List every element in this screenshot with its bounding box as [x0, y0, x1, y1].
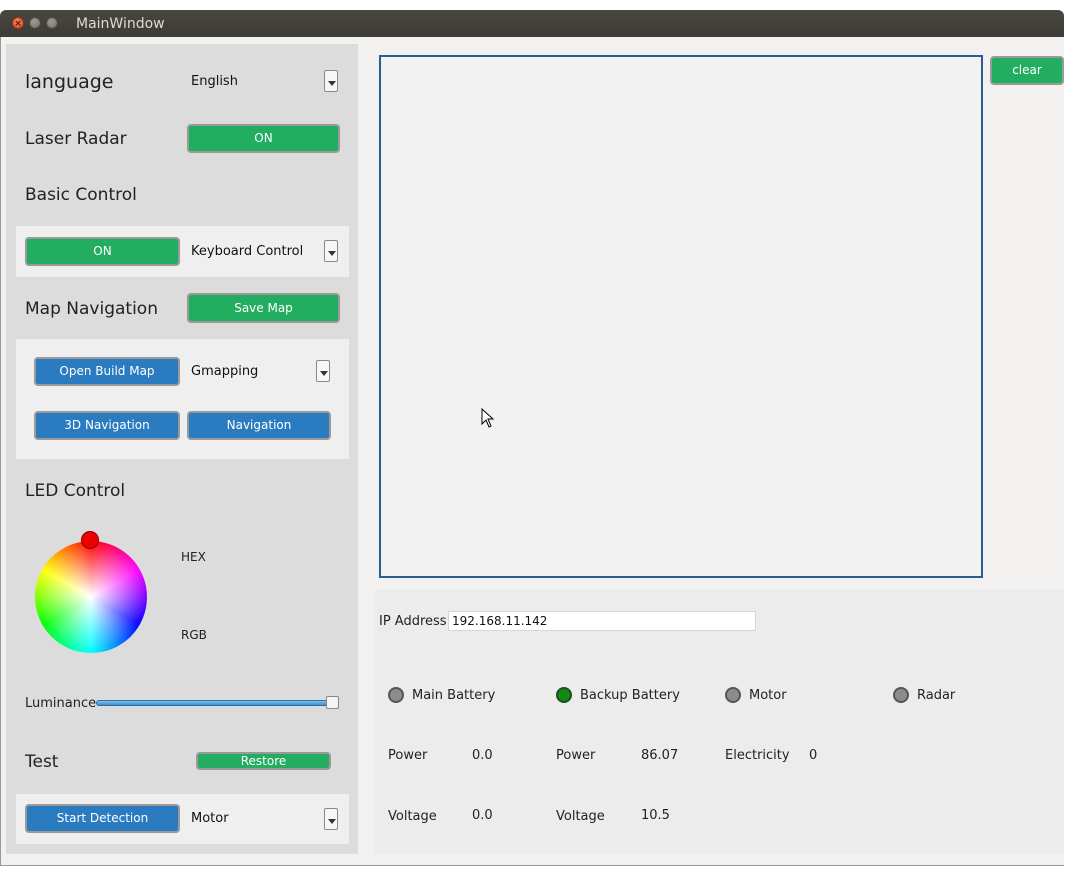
map-display-view[interactable] [379, 55, 983, 578]
backup-power-label: Power [556, 748, 596, 763]
rgb-label: RGB [181, 628, 207, 642]
main-battery-status-indicator [388, 687, 404, 703]
test-target-select[interactable]: Motor [191, 811, 229, 826]
window-title: MainWindow [76, 16, 165, 32]
maximize-window-icon[interactable] [46, 17, 58, 29]
navigation-button[interactable]: Navigation [187, 411, 331, 440]
backup-voltage-label: Voltage [556, 809, 605, 824]
main-voltage-value: 0.0 [472, 808, 493, 823]
start-detection-button[interactable]: Start Detection [25, 804, 180, 833]
electricity-value: 0 [809, 748, 818, 763]
color-picker-knob[interactable] [81, 531, 99, 549]
close-window-icon[interactable]: × [12, 17, 24, 29]
basic-control-toggle-button[interactable]: ON [25, 237, 180, 266]
test-label: Test [25, 752, 59, 772]
backup-battery-status-indicator [556, 687, 572, 703]
title-bar: × MainWindow [0, 10, 1064, 37]
luminance-slider-handle[interactable] [326, 696, 339, 709]
mapping-algorithm-select[interactable]: Gmapping [191, 364, 258, 379]
3d-navigation-button[interactable]: 3D Navigation [34, 411, 180, 440]
language-dropdown-arrow-icon[interactable] [324, 70, 338, 92]
map-navigation-label: Map Navigation [25, 299, 158, 319]
backup-voltage-value: 10.5 [641, 808, 670, 823]
clear-button[interactable]: clear [990, 56, 1064, 85]
ip-address-field[interactable]: 192.168.11.142 [448, 611, 756, 631]
hex-label: HEX [181, 550, 206, 564]
mapping-algorithm-dropdown-arrow-icon[interactable] [316, 360, 330, 382]
basic-control-label: Basic Control [25, 185, 137, 205]
minimize-window-icon[interactable] [29, 17, 41, 29]
backup-power-value: 86.07 [641, 748, 679, 763]
luminance-slider[interactable] [96, 700, 338, 706]
luminance-label: Luminance [25, 696, 97, 711]
restore-button[interactable]: Restore [196, 752, 331, 770]
main-voltage-label: Voltage [388, 809, 437, 824]
save-map-button[interactable]: Save Map [187, 293, 340, 323]
led-control-label: LED Control [25, 481, 126, 501]
test-target-dropdown-arrow-icon[interactable] [324, 808, 338, 830]
control-mode-dropdown-arrow-icon[interactable] [324, 240, 338, 262]
main-power-label: Power [388, 748, 428, 763]
ip-address-label: IP Address [379, 614, 447, 629]
laser-radar-toggle-button[interactable]: ON [187, 124, 340, 153]
language-select[interactable]: English [191, 74, 238, 89]
main-battery-label: Main Battery [412, 688, 496, 703]
language-label: language [25, 71, 114, 93]
motor-label: Motor [749, 688, 787, 703]
radar-label: Radar [917, 688, 956, 703]
electricity-label: Electricity [725, 748, 790, 763]
open-build-map-button[interactable]: Open Build Map [34, 357, 180, 386]
laser-radar-label: Laser Radar [25, 129, 127, 149]
main-power-value: 0.0 [472, 748, 493, 763]
mouse-cursor-icon [481, 408, 495, 428]
motor-status-indicator [725, 687, 741, 703]
color-wheel[interactable] [35, 541, 147, 653]
control-mode-select[interactable]: Keyboard Control [191, 244, 303, 259]
backup-battery-label: Backup Battery [580, 688, 680, 703]
radar-status-indicator [893, 687, 909, 703]
